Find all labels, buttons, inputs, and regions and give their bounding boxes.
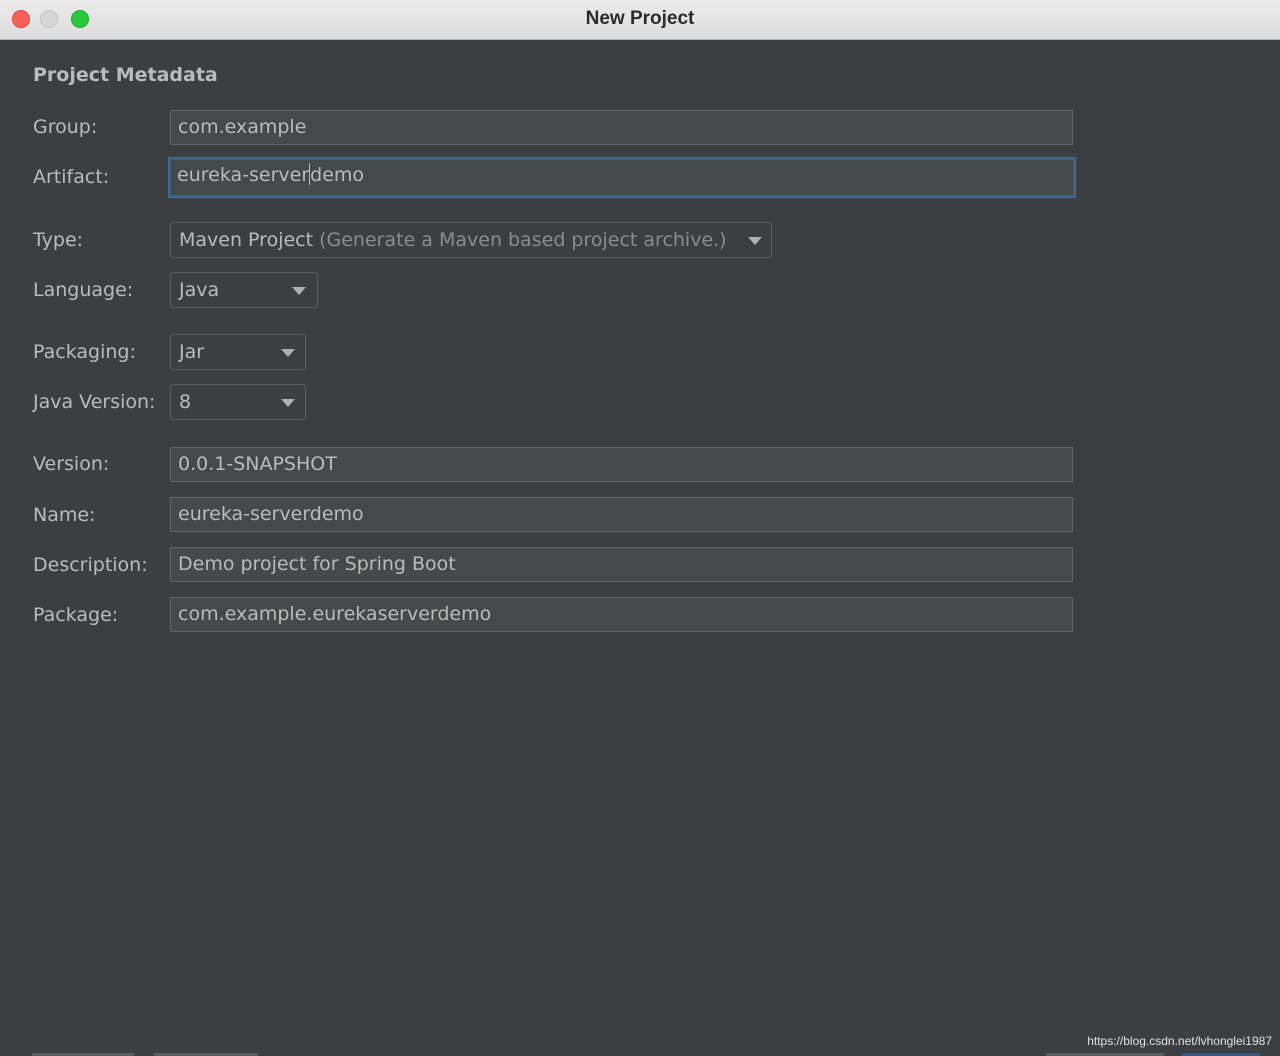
name-input[interactable]: eureka-serverdemo xyxy=(170,497,1073,532)
packaging-value: Jar xyxy=(179,341,205,363)
group-label: Group: xyxy=(33,116,98,138)
chevron-down-icon xyxy=(281,349,295,357)
packaging-label: Packaging: xyxy=(33,341,136,363)
type-hint: (Generate a Maven based project archive.… xyxy=(313,229,727,251)
language-dropdown[interactable]: Java xyxy=(170,272,318,308)
type-value: Maven Project xyxy=(179,229,314,251)
language-value: Java xyxy=(179,279,220,301)
name-label: Name: xyxy=(33,504,96,526)
language-label: Language: xyxy=(33,279,134,301)
artifact-text-after-caret: demo xyxy=(310,164,365,186)
chevron-down-icon xyxy=(748,237,762,245)
description-input[interactable]: Demo project for Spring Boot xyxy=(170,547,1073,582)
window-title: New Project xyxy=(585,8,695,29)
artifact-label: Artifact: xyxy=(33,166,110,188)
package-label: Package: xyxy=(33,604,119,626)
chevron-down-icon xyxy=(292,287,306,295)
type-label: Type: xyxy=(33,229,84,251)
packaging-dropdown[interactable]: Jar xyxy=(170,334,306,370)
java-version-value: 8 xyxy=(179,391,192,413)
artifact-input[interactable]: eureka-serverdemo xyxy=(169,158,1075,197)
chevron-down-icon xyxy=(281,399,295,407)
java-version-dropdown[interactable]: 8 xyxy=(170,384,306,420)
artifact-text-before-caret: eureka-server xyxy=(177,164,310,186)
title-bar: New Project xyxy=(0,0,1280,40)
description-label: Description: xyxy=(33,554,148,576)
group-input[interactable]: com.example xyxy=(170,110,1073,145)
type-dropdown[interactable]: Maven Project (Generate a Maven based pr… xyxy=(170,222,772,258)
version-label: Version: xyxy=(33,453,110,475)
watermark-text: https://blog.csdn.net/lvhonglei1987 xyxy=(1087,1034,1272,1048)
version-input[interactable]: 0.0.1-SNAPSHOT xyxy=(170,447,1073,482)
java-version-label: Java Version: xyxy=(33,391,156,413)
section-title: Project Metadata xyxy=(33,64,218,86)
package-input[interactable]: com.example.eurekaserverdemo xyxy=(170,597,1073,632)
